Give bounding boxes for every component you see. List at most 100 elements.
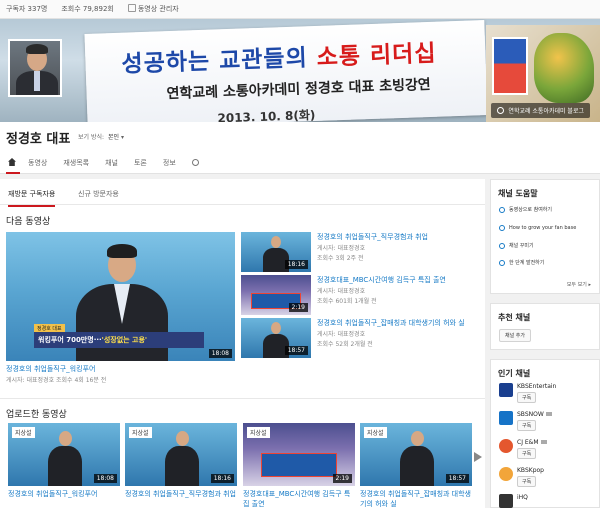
upload-video-title[interactable]: 정경호대표_MBC시간여행 김득구 특집 출연	[243, 489, 355, 508]
subtab-returning[interactable]: 재방문 구독자용	[8, 189, 56, 207]
video-thumbnail[interactable]: 지상설 18:08	[8, 423, 120, 486]
popular-channel-item[interactable]: KBSKpop 구독	[499, 467, 595, 489]
tab-search[interactable]	[184, 159, 207, 174]
help-item[interactable]: 채널 꾸미기	[499, 243, 595, 250]
popular-channel-item[interactable]: CJ E&M 구독	[499, 439, 595, 461]
tab-playlists[interactable]: 재생목록	[55, 158, 97, 174]
channel-header: 정경호 대표 보기 방식: 본인 ▾ 동영상 재생목록 채널 토론 정보	[0, 122, 600, 174]
video-duration: 18:08	[93, 474, 117, 483]
help-item[interactable]: 동영상으로 참여하기	[499, 207, 595, 214]
help-more-link[interactable]: 모두 보기 ▸	[567, 281, 591, 288]
video-duration: 18:57	[445, 474, 469, 483]
banner-blog-link[interactable]: 연학교례 소통아카데미 블로그	[491, 103, 590, 118]
verified-icon	[545, 412, 552, 416]
popular-channel-item[interactable]: SBSNOW 구독	[499, 411, 595, 433]
help-card-title: 채널 도움말	[498, 189, 538, 198]
video-tag: 지상설	[247, 427, 270, 438]
upload-video-title[interactable]: 정경호의 취업돌직구_직무경험과 취업	[125, 489, 237, 499]
view-as-selector[interactable]: 보기 방식: 본인 ▾	[78, 132, 124, 141]
popular-title: 인기 채널	[498, 369, 531, 378]
video-duration: 18:16	[284, 260, 308, 269]
video-meta: 조회수 601회 1개월 전	[317, 298, 377, 305]
recommended-channels-card: 추천 채널 채널 추가	[490, 303, 600, 350]
video-title[interactable]: 정경호의 취업돌직구_잡매칭과 대학생기의 허와 실	[317, 318, 465, 328]
home-icon	[8, 158, 16, 166]
ihq-logo-icon	[499, 494, 513, 508]
circle-icon	[499, 260, 505, 266]
video-thumbnail[interactable]: 18:57	[241, 318, 311, 358]
video-title[interactable]: 정경호의 취업돌직구_직무경험과 취업	[317, 232, 428, 242]
sbs-logo-icon	[499, 411, 513, 425]
subscribe-button[interactable]: 구독	[517, 392, 537, 403]
video-manager-link[interactable]: 동영상 관리자	[127, 4, 179, 14]
upload-video-item[interactable]: 지상설 18:08	[8, 423, 120, 489]
subscribe-button[interactable]: 구독	[517, 476, 537, 487]
subtab-new[interactable]: 신규 방문자용	[78, 189, 119, 199]
tab-videos[interactable]: 동영상	[20, 158, 55, 174]
upload-video-title[interactable]: 정경호의 취업돌직구_워킹푸어	[8, 489, 120, 499]
video-meta: 조회수 52회 2개월 전	[317, 341, 373, 348]
youtube-channel-page: 구독자 337명 조회수 79,892회 동영상 관리자 성공하는 교관들의 소…	[0, 0, 600, 508]
help-item[interactable]: How to grow your fan base	[499, 225, 595, 232]
upload-video-title[interactable]: 정경호의 취업돌직구_잡매칭과 대학생기의 허와 실	[360, 489, 472, 508]
verified-icon	[540, 440, 547, 444]
view-count: 조회수 79,892회	[61, 5, 114, 13]
search-icon	[191, 159, 199, 166]
tab-discussion[interactable]: 토론	[126, 158, 155, 174]
popular-channels-card: 인기 채널 KBSEntertain 구독 SBSNOW 구독 CJ E&M 구…	[490, 359, 600, 508]
globe-icon	[497, 107, 505, 114]
visitor-subtabs: 재방문 구독자용 신규 방문자용	[0, 179, 485, 207]
video-author: 게시자: 대표정경호	[317, 331, 366, 338]
featured-video-title[interactable]: 정경호의 취업돌직구_워킹푸어	[6, 364, 95, 374]
banner-cloth: 성공하는 교관들의 소통 리더십 연학교례 소통아카데미 정경호 대표 초빙강연…	[84, 20, 488, 122]
tab-about[interactable]: 정보	[155, 158, 184, 174]
banner-headline: 성공하는 교관들의 소통 리더십	[121, 40, 437, 78]
kbskpop-logo-icon	[499, 467, 513, 481]
video-duration: 18:57	[284, 346, 308, 355]
recommended-title: 추천 채널	[498, 313, 531, 322]
video-duration: 2:19	[332, 474, 352, 483]
video-duration: 18:08	[208, 349, 232, 358]
side-video-item[interactable]: 18:16 정경호의 취업돌직구_직무경험과 취업 게시자: 대표정경호 조회수…	[241, 232, 481, 272]
right-sidebar: 채널 도움말 동영상으로 참여하기 How to grow your fan b…	[490, 179, 600, 508]
video-duration: 2:19	[288, 303, 308, 312]
side-video-item[interactable]: 2:19 정경호대표_MBC시간여행 김득구 특집 출연 게시자: 대표정경호 …	[241, 275, 481, 315]
video-thumbnail[interactable]: 지상설 18:57	[360, 423, 472, 486]
tab-channels[interactable]: 채널	[97, 158, 126, 174]
subscribe-button[interactable]: 구독	[517, 420, 537, 431]
video-title[interactable]: 정경호대표_MBC시간여행 김득구 특집 출연	[317, 275, 446, 285]
subscribe-button[interactable]: 구독	[517, 448, 537, 459]
channel-avatar[interactable]	[8, 39, 62, 97]
circle-icon	[499, 207, 505, 213]
video-tag: 지상설	[364, 427, 387, 438]
featured-caption: 워킹푸어 700만명··· '성장없는 고용'	[34, 332, 204, 348]
circle-icon	[499, 225, 505, 231]
featured-video-meta: 게시자: 대표정경호 조회수 4회 16분 전	[6, 377, 107, 384]
channel-banner: 성공하는 교관들의 소통 리더십 연학교례 소통아카데미 정경호 대표 초빙강연…	[0, 19, 600, 122]
uploads-heading: 업로드한 동영상	[6, 410, 67, 420]
section-divider	[0, 398, 485, 399]
video-thumbnail[interactable]: 지상설 2:19	[243, 423, 355, 486]
upload-video-item[interactable]: 지상설 18:57	[360, 423, 472, 489]
side-video-item[interactable]: 18:57 정경호의 취업돌직구_잡매칭과 대학생기의 허와 실 게시자: 대표…	[241, 318, 481, 358]
popular-channel-item[interactable]: iHQ	[499, 494, 595, 508]
featured-video-thumb[interactable]: 정경호 대표 워킹푸어 700만명··· '성장없는 고용' 18:08	[6, 232, 235, 361]
add-channel-button[interactable]: 채널 추가	[499, 329, 531, 342]
video-author: 게시자: 대표정경호	[317, 245, 366, 252]
circle-icon	[499, 243, 505, 249]
help-item[interactable]: 한 단계 발전하기	[499, 260, 595, 267]
upload-video-item[interactable]: 지상설 18:16	[125, 423, 237, 489]
video-meta: 조회수 3회 2주 전	[317, 255, 364, 262]
channel-help-card: 채널 도움말 동영상으로 참여하기 How to grow your fan b…	[490, 179, 600, 294]
popular-channel-item[interactable]: KBSEntertain 구독	[499, 383, 595, 405]
video-thumbnail[interactable]: 18:16	[241, 232, 311, 272]
video-tag: 지상설	[129, 427, 152, 438]
upload-video-item[interactable]: 지상설 2:19	[243, 423, 355, 489]
kbs-logo-icon	[499, 383, 513, 397]
channel-tabs: 동영상 재생목록 채널 토론 정보	[0, 152, 207, 174]
video-thumbnail[interactable]: 지상설 18:16	[125, 423, 237, 486]
video-thumbnail[interactable]: 2:19	[241, 275, 311, 315]
tab-home[interactable]	[6, 158, 20, 174]
video-duration: 18:16	[210, 474, 234, 483]
cj-logo-icon	[499, 439, 513, 453]
